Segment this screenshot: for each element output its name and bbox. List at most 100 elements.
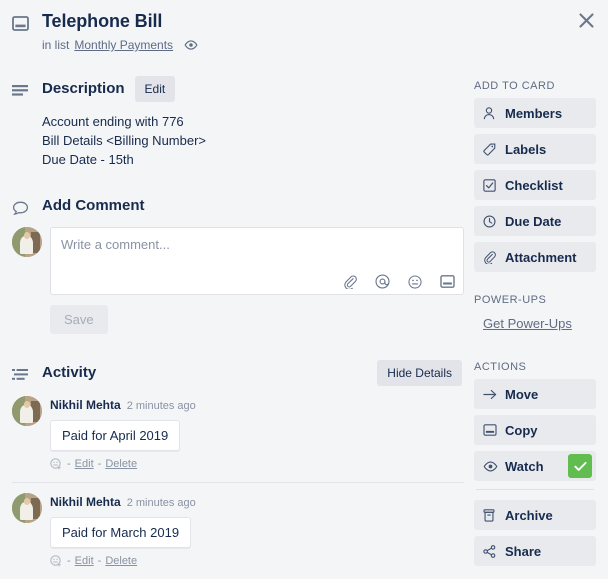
- powerups-label: POWER-UPS: [474, 294, 547, 306]
- header-icon-gutter: [12, 10, 42, 52]
- description-lines-icon: [12, 84, 28, 96]
- mention-icon[interactable]: [375, 274, 390, 289]
- tag-icon: [483, 142, 501, 156]
- sidebar-item-watch[interactable]: Watch: [474, 451, 596, 481]
- add-comment-header: Add Comment: [12, 191, 464, 221]
- description-header: Description Edit: [12, 74, 464, 104]
- save-button[interactable]: Save: [50, 305, 108, 334]
- emoji-icon[interactable]: [408, 274, 422, 289]
- attachment-icon[interactable]: [343, 274, 357, 289]
- description-line: Account ending with 776: [42, 114, 184, 129]
- comment-bubble-icon: [12, 201, 29, 215]
- hide-details-button[interactable]: Hide Details: [377, 360, 462, 386]
- activity-timestamp: 2 minutes ago: [126, 400, 196, 412]
- add-to-card-label: ADD TO CARD: [474, 80, 555, 92]
- activity-dash: -: [97, 458, 102, 470]
- description-body: Account ending with 776 Bill Details <Bi…: [12, 112, 464, 169]
- sidebar-item-checklist[interactable]: Checklist: [474, 170, 596, 200]
- header-text: Telephone Bill in list Monthly Payments: [42, 10, 198, 52]
- comment-input[interactable]: Write a comment...: [50, 227, 464, 295]
- activity-timestamp: 2 minutes ago: [126, 497, 196, 509]
- card-icon: [12, 16, 29, 31]
- actions-label: ACTIONS: [474, 361, 527, 373]
- activity-author: Nikhil Mehta: [50, 398, 121, 412]
- activity-dash: -: [67, 555, 71, 567]
- activity-item: Nikhil Mehta 2 minutes ago Paid for March…: [12, 493, 464, 573]
- activity-list: Nikhil Mehta 2 minutes ago Paid for April…: [12, 396, 464, 573]
- sidebar-item-label: Copy: [505, 422, 538, 438]
- activity-actions: - Edit - Delete: [50, 458, 464, 470]
- sidebar-item-label: Members: [505, 105, 563, 121]
- comment-icon-gutter: [12, 197, 42, 216]
- activity-content: Nikhil Mehta 2 minutes ago Paid for March…: [50, 493, 464, 567]
- sidebar-item-label: Attachment: [505, 249, 577, 265]
- add-comment-section: Add Comment Write a comment... Save: [12, 191, 464, 334]
- list-name-link[interactable]: Monthly Payments: [74, 38, 173, 52]
- close-icon: [578, 12, 594, 28]
- close-button[interactable]: [570, 4, 602, 36]
- activity-delete-link[interactable]: Delete: [105, 458, 137, 470]
- sidebar-divider: [476, 489, 594, 490]
- watch-enabled-badge[interactable]: [568, 454, 592, 478]
- description-line: Bill Details <Billing Number>: [42, 133, 207, 148]
- activity-content: Nikhil Mehta 2 minutes ago Paid for April…: [50, 396, 464, 470]
- activity-edit-link[interactable]: Edit: [75, 555, 94, 567]
- activity-dash: -: [97, 555, 102, 567]
- in-list-prefix: in list: [42, 38, 70, 52]
- watch-eye-indicator[interactable]: [184, 40, 198, 50]
- activity-comment-text: Paid for March 2019: [50, 517, 192, 548]
- card-body: Description Edit Account ending with 776…: [12, 74, 596, 579]
- activity-list-icon: [12, 368, 28, 380]
- get-powerups-link[interactable]: Get Power-Ups: [474, 312, 596, 335]
- avatar: [12, 396, 42, 426]
- reaction-icon[interactable]: [50, 555, 62, 567]
- activity-item: Nikhil Mehta 2 minutes ago Paid for April…: [12, 396, 464, 476]
- sidebar-item-label: Labels: [505, 141, 547, 157]
- arrow-right-icon: [483, 389, 501, 400]
- card-breadcrumb: in list Monthly Payments: [42, 38, 198, 52]
- description-line: Due Date - 15th: [42, 152, 134, 167]
- card-detail-panel: Telephone Bill in list Monthly Payments: [0, 0, 608, 567]
- sidebar-item-label: Archive: [505, 507, 553, 523]
- activity-divider: [12, 482, 464, 483]
- activity-icon-gutter: [12, 365, 42, 382]
- sidebar-item-labels[interactable]: Labels: [474, 134, 596, 164]
- sidebar-item-share[interactable]: Share: [474, 536, 596, 566]
- activity-meta: Nikhil Mehta 2 minutes ago: [50, 397, 464, 414]
- sidebar-item-label: Watch: [505, 458, 544, 474]
- description-section: Description Edit Account ending with 776…: [12, 74, 464, 169]
- sidebar-item-move[interactable]: Move: [474, 379, 596, 409]
- share-icon: [483, 544, 501, 558]
- card-icon[interactable]: [440, 275, 455, 288]
- sidebar-item-copy[interactable]: Copy: [474, 415, 596, 445]
- activity-meta: Nikhil Mehta 2 minutes ago: [50, 494, 464, 511]
- card-sidebar: ADD TO CARD Members Labels Checklist Due…: [464, 74, 596, 579]
- sidebar-item-label: Checklist: [505, 177, 563, 193]
- comment-placeholder: Write a comment...: [61, 237, 170, 252]
- description-edit-button[interactable]: Edit: [134, 76, 176, 102]
- page-title: Telephone Bill: [42, 11, 163, 31]
- sidebar-item-members[interactable]: Members: [474, 98, 596, 128]
- activity-heading: Activity: [42, 364, 97, 381]
- sidebar-item-label: Move: [505, 386, 539, 402]
- avatar: [12, 493, 42, 523]
- activity-delete-link[interactable]: Delete: [105, 555, 137, 567]
- eye-icon: [184, 40, 198, 50]
- comment-input-row: Write a comment...: [12, 227, 464, 295]
- card-icon: [483, 424, 501, 436]
- sidebar-item-due-date[interactable]: Due Date: [474, 206, 596, 236]
- activity-section: Activity Hide Details Nikhil Mehta 2 minu…: [12, 358, 464, 573]
- avatar: [12, 227, 42, 257]
- check-icon: [573, 461, 587, 471]
- eye-icon: [483, 461, 501, 472]
- reaction-icon[interactable]: [50, 458, 62, 470]
- attachment-icon: [483, 250, 501, 264]
- clock-icon: [483, 214, 501, 228]
- comment-toolbar: [343, 274, 455, 289]
- sidebar-item-label: Due Date: [505, 213, 562, 229]
- activity-header: Activity Hide Details: [12, 358, 464, 388]
- sidebar-item-archive[interactable]: Archive: [474, 500, 596, 530]
- activity-edit-link[interactable]: Edit: [75, 458, 94, 470]
- card-main-column: Description Edit Account ending with 776…: [12, 74, 464, 579]
- sidebar-item-attachment[interactable]: Attachment: [474, 242, 596, 272]
